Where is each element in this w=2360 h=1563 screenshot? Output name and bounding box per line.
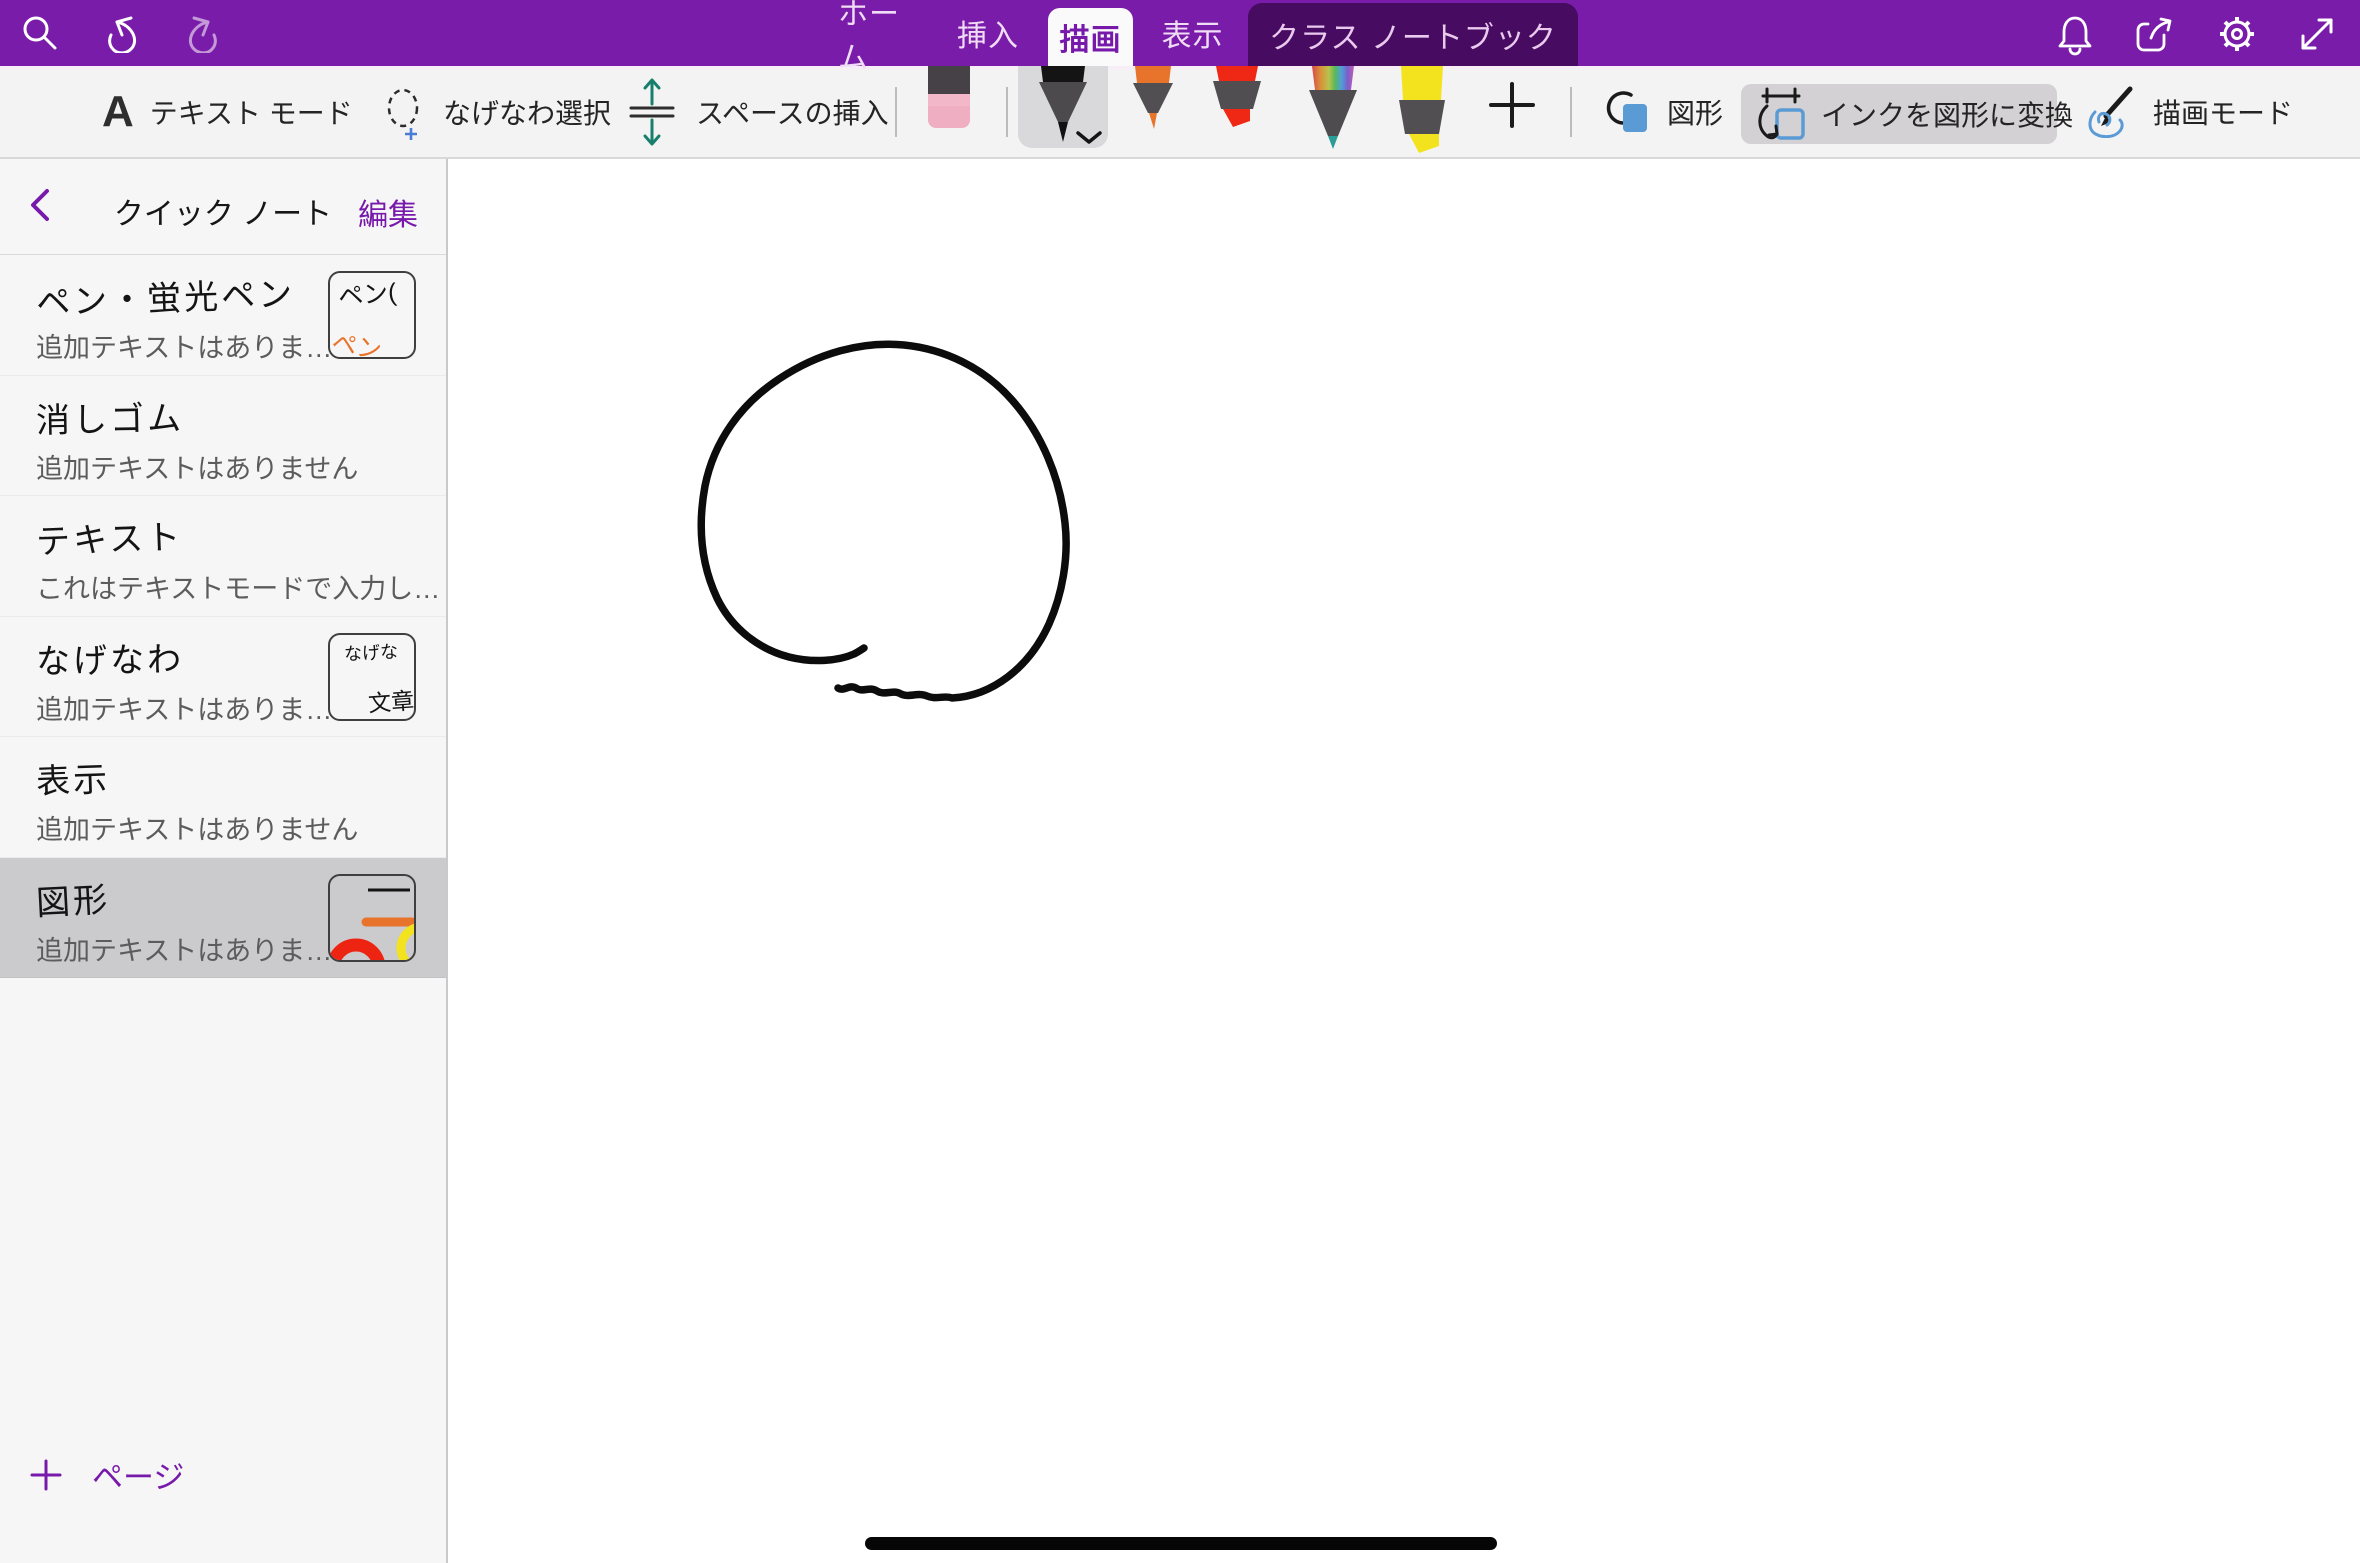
page-list-item[interactable]: 消しゴム 追加テキストはありません [0,376,446,497]
top-app-bar: ホーム 挿入 描画 表示 クラス ノートブック [0,0,2360,66]
page-list-item[interactable]: 表示 追加テキストはありません [0,737,446,858]
page-title-ink: テキスト [35,509,184,563]
page-thumbnail: ペン( ペン [328,271,416,359]
page-list-item-selected[interactable]: 図形 追加テキストはありま… [0,858,446,979]
shapes-button[interactable]: 図形 [1601,66,1723,157]
page-subtitle: 追加テキストはありません [36,808,446,847]
draw-mode-label: 描画モード [2153,92,2293,132]
shapes-drawing-thumbnail [330,876,414,960]
page-title-ink: ペン・蛍光ペン [35,266,296,324]
toolbar-divider [895,87,897,137]
toolbar-divider [1006,87,1008,137]
page-title-ink: 図形 [35,872,111,925]
draw-mode-icon [2085,86,2137,138]
thumbnail-ink-text: 文章 [367,681,415,718]
insert-space-icon [624,75,680,149]
draw-mode-button[interactable]: 描画モード [2085,66,2293,157]
bell-icon[interactable] [2055,13,2095,53]
shapes-icon [1601,88,1651,136]
thumbnail-ink-text: ペン( [337,273,398,314]
yellow-highlighter-tool[interactable] [1394,66,1450,154]
redo-icon[interactable] [182,13,222,53]
orange-pen-tool[interactable] [1127,66,1179,130]
tab-insert[interactable]: 挿入 [953,0,1023,66]
page-list-item[interactable]: ペン・蛍光ペン 追加テキストはありま… ペン( ペン [0,255,446,376]
insert-space-button[interactable]: スペースの挿入 [624,66,889,157]
fullscreen-expand-icon[interactable] [2296,13,2336,53]
page-title-ink: 消しゴム [36,390,185,442]
tab-view[interactable]: 表示 [1155,0,1230,66]
lasso-select-button[interactable]: なげなわ選択 [383,66,611,157]
page-list-sidebar: クイック ノート 編集 ペン・蛍光ペン 追加テキストはありま… ペン( ペン 消… [0,157,448,1563]
convert-ink-label: インクを図形に変換 [1821,94,2073,134]
lasso-select-label: なげなわ選択 [443,92,611,132]
draw-ribbon: A テキスト モード なげなわ選択 スペースの挿入 [0,66,2360,159]
lasso-icon [383,84,427,140]
share-icon[interactable] [2134,13,2174,53]
page-thumbnail: なげな 文章 [328,633,416,721]
tab-draw[interactable]: 描画 [1048,8,1133,66]
black-pen-tool-selected[interactable] [1018,66,1108,148]
convert-ink-icon [1755,86,1807,142]
settings-gear-icon[interactable] [2216,13,2256,53]
tab-class-notebook[interactable]: クラス ノートブック [1248,3,1578,66]
tab-home[interactable]: ホーム [838,0,914,66]
convert-ink-to-shape-button[interactable]: インクを図形に変換 [1741,84,2057,144]
edit-button[interactable]: 編集 [358,190,418,234]
page-canvas[interactable] [448,157,2360,1563]
page-thumbnail [328,874,416,962]
thumbnail-ink-text: ペン [329,323,385,359]
page-list-item[interactable]: なげなわ 追加テキストはありま… なげな 文章 [0,617,446,738]
page-list-item[interactable]: テキスト これはテキストモードで入力し… [0,496,446,617]
add-pen-button[interactable] [1488,81,1536,129]
home-indicator[interactable] [865,1537,1497,1550]
red-highlighter-tool[interactable] [1212,66,1262,128]
search-icon[interactable] [20,13,60,53]
plus-icon [30,1459,62,1491]
eraser-tool[interactable] [928,66,970,128]
thumbnail-ink-text: なげな [343,637,398,666]
page-title-ink: なげなわ [36,631,185,683]
add-page-button[interactable]: ページ [30,1452,184,1497]
shapes-label: 図形 [1667,92,1723,132]
insert-space-label: スペースの挿入 [696,92,889,132]
toolbar-divider [1570,87,1572,137]
sidebar-header: クイック ノート 編集 [0,157,446,255]
page-subtitle: 追加テキストはありません [36,447,446,486]
text-mode-icon: A [102,87,134,137]
text-mode-label: テキスト モード [150,92,353,132]
page-subtitle: これはテキストモードで入力し… [36,567,446,606]
chevron-down-icon[interactable] [1076,131,1102,145]
undo-icon[interactable] [103,13,143,53]
rainbow-pen-tool[interactable] [1305,66,1361,150]
add-page-label: ページ [92,1452,184,1497]
page-title-ink: 表示 [35,752,111,804]
text-mode-button[interactable]: A テキスト モード [96,66,353,157]
